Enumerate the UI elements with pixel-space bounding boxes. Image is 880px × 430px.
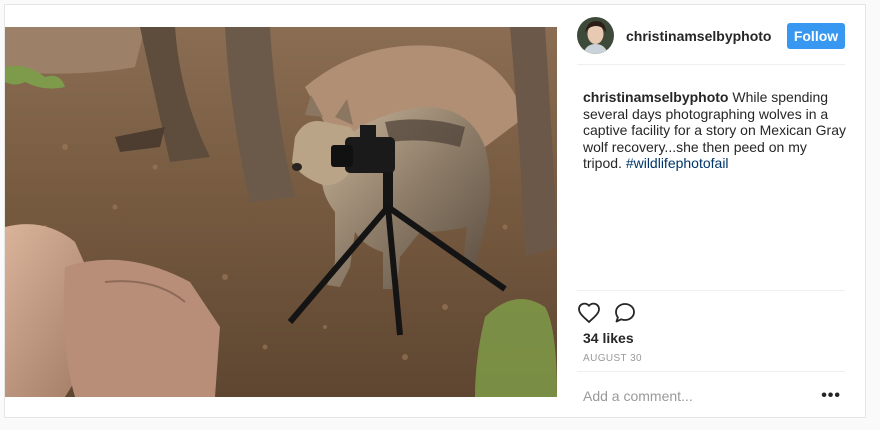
hashtag-link[interactable]: #wildlifephotofail: [626, 155, 729, 171]
post-caption: christinamselbyphoto While spending seve…: [583, 89, 849, 172]
post-date[interactable]: AUGUST 30: [583, 353, 642, 364]
action-bar: [577, 290, 845, 325]
caption-username[interactable]: christinamselbyphoto: [583, 89, 728, 105]
more-options-icon[interactable]: •••: [821, 387, 845, 405]
comment-bar: •••: [577, 371, 845, 419]
avatar[interactable]: [577, 17, 614, 54]
likes-count[interactable]: 34 likes: [583, 330, 634, 346]
profile-photo-icon: [577, 17, 614, 54]
post-sidebar: christinamselbyphoto Follow christinamse…: [557, 5, 867, 419]
wolf-with-tripod-photo: [5, 27, 557, 397]
comment-input[interactable]: [577, 387, 822, 404]
instagram-post: christinamselbyphoto Follow christinamse…: [4, 4, 866, 418]
follow-button[interactable]: Follow: [787, 22, 845, 49]
post-photo[interactable]: [5, 27, 557, 397]
heart-icon[interactable]: [577, 301, 601, 325]
post-header: christinamselbyphoto Follow: [577, 17, 845, 65]
comment-bubble-icon[interactable]: [613, 301, 637, 325]
username[interactable]: christinamselbyphoto: [626, 28, 787, 44]
